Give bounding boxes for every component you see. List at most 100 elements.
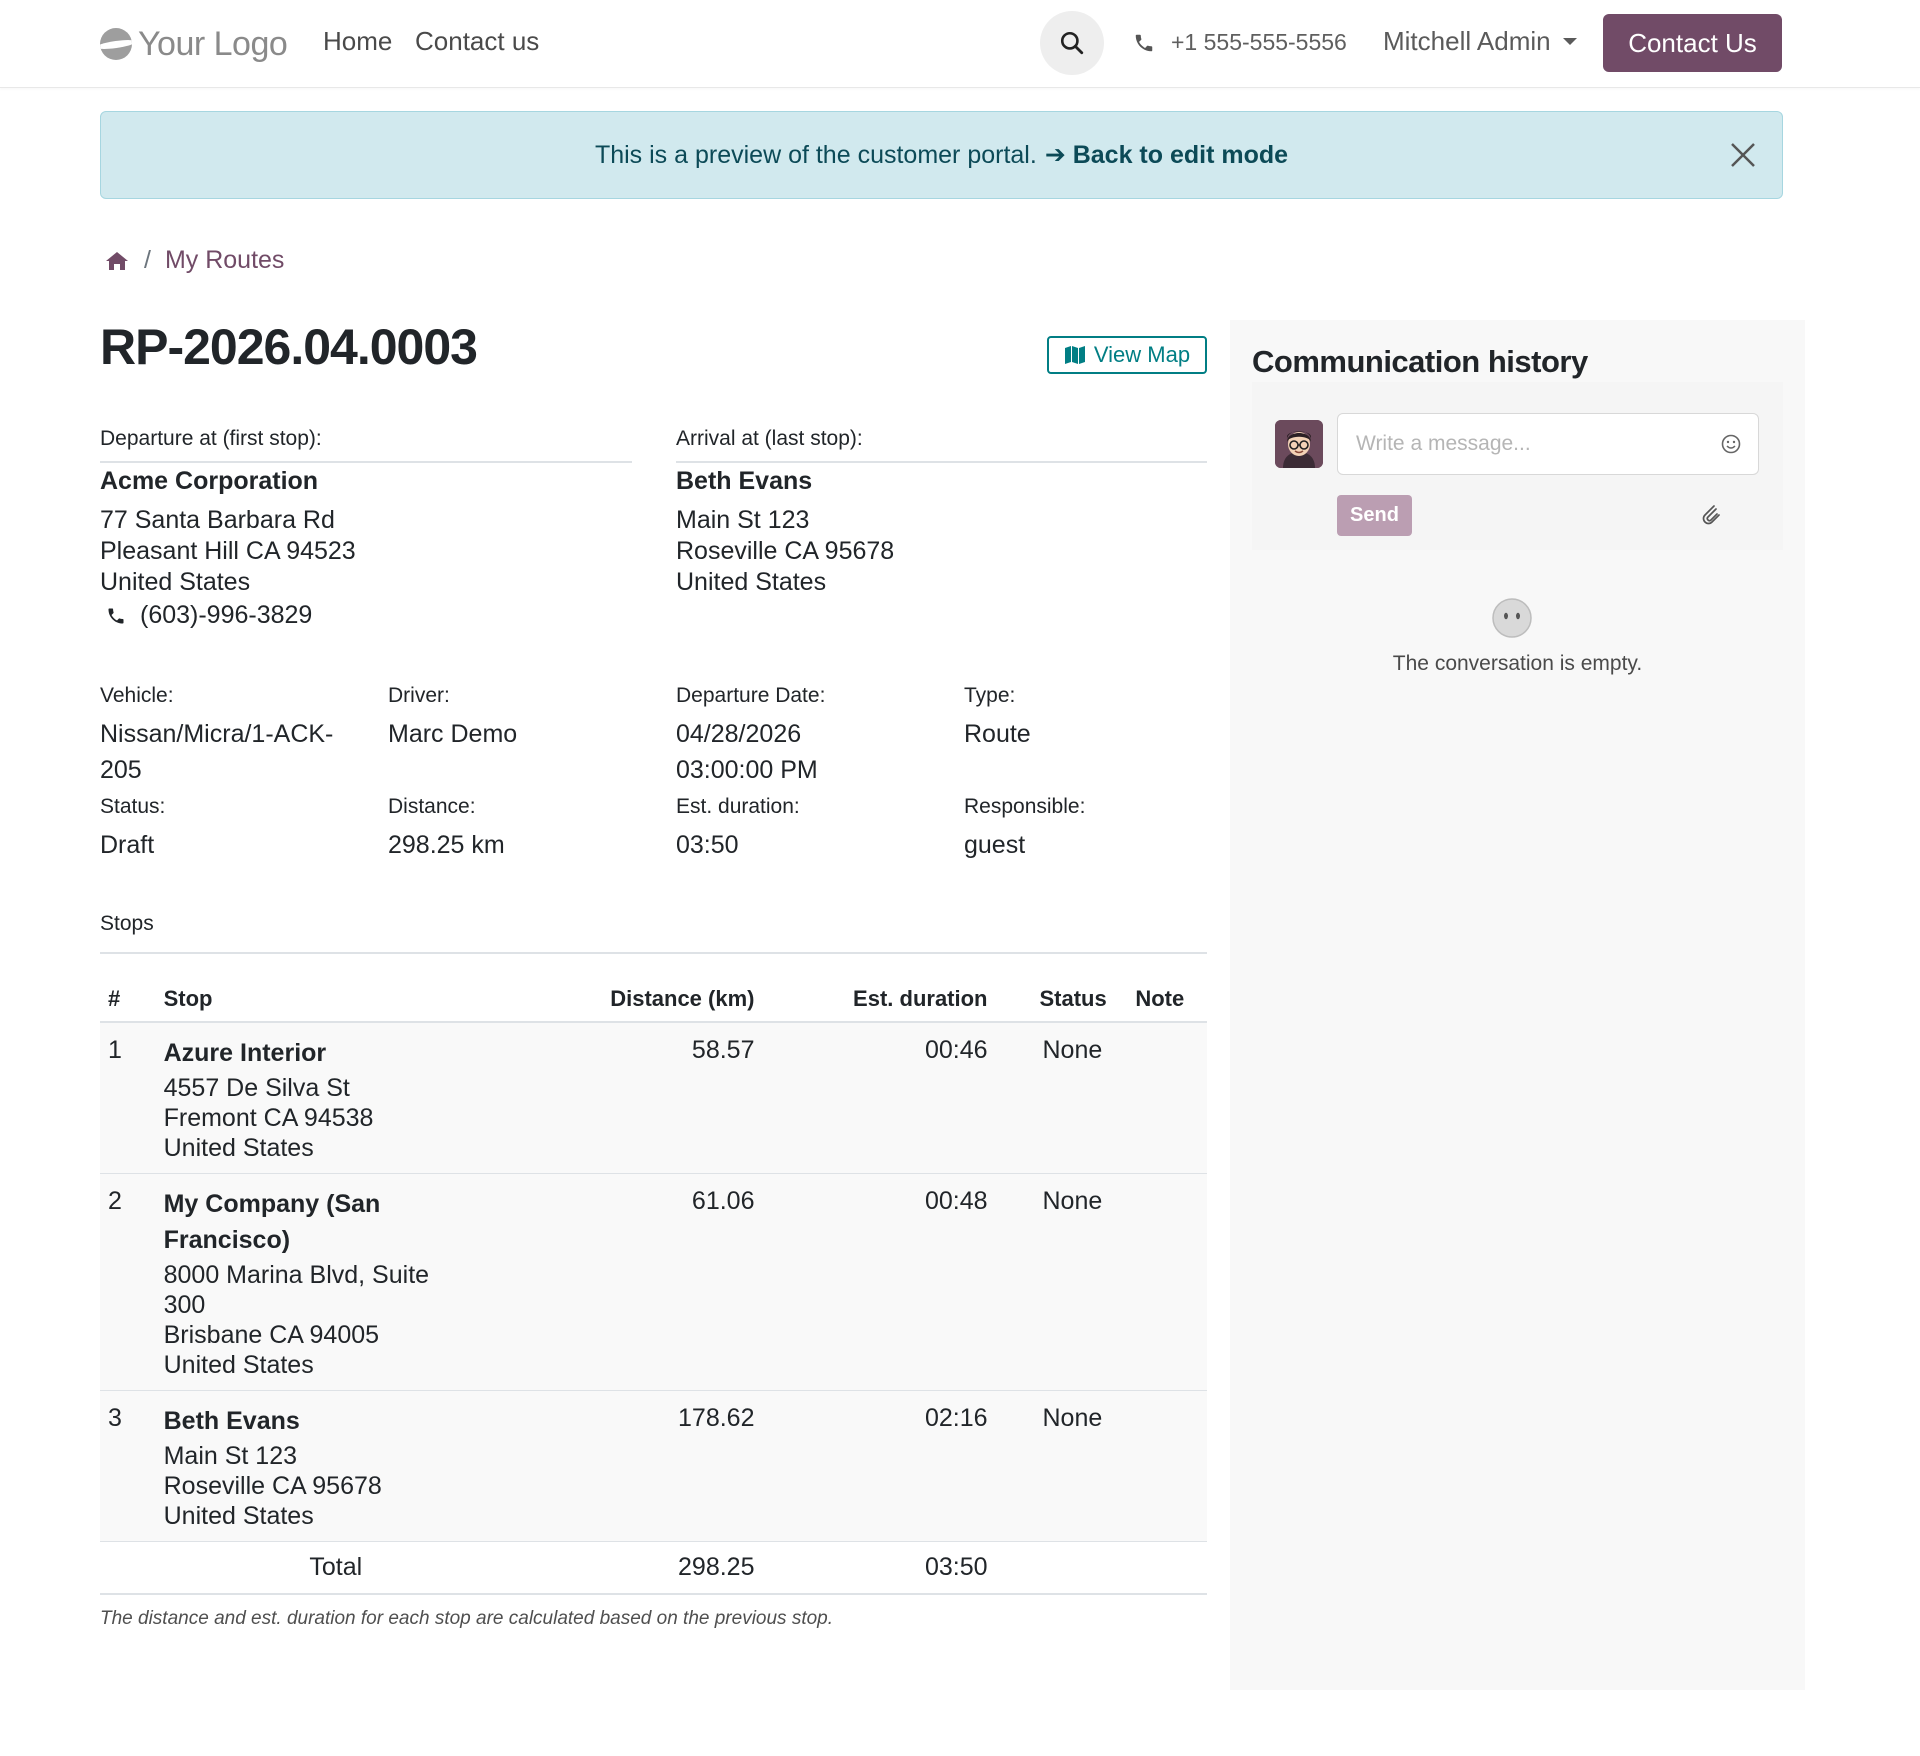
stop-number: 2 — [108, 1187, 122, 1215]
stop-address-line: 8000 Marina Blvd, Suite 300 — [163, 1261, 430, 1319]
departure-country: United States — [100, 568, 251, 596]
stop-cell: Azure Interior 4557 De Silva St Fremont … — [156, 1022, 443, 1174]
message-placeholder: Write a message... — [1356, 432, 1531, 455]
col-stop[interactable]: Stop — [155, 976, 443, 1023]
nav-home[interactable]: Home — [323, 26, 392, 57]
search-icon — [1060, 31, 1084, 55]
paperclip-icon[interactable] — [1699, 500, 1721, 526]
back-to-edit-link[interactable]: ➔ Back to edit mode — [1045, 140, 1288, 170]
departure-city: Pleasant Hill CA 94523 — [100, 537, 356, 565]
stop-duration: 00:46 — [924, 1036, 988, 1064]
nav-contact-us[interactable]: Contact us — [415, 26, 539, 57]
close-icon[interactable] — [1728, 140, 1758, 170]
table-row: 3 Beth Evans Main St 123 Roseville CA 95… — [100, 1390, 1207, 1542]
col-number[interactable]: # — [100, 976, 156, 1023]
communication-panel: Communication history Write a message...… — [1230, 320, 1805, 1690]
stops-section-title: Stops — [100, 912, 1207, 954]
breadcrumb-my-routes[interactable]: My Routes — [165, 246, 284, 275]
stop-note — [1127, 1022, 1207, 1174]
stop-status: None — [1042, 1404, 1103, 1432]
stops-table: # Stop Distance (km) Est. duration Statu… — [100, 976, 1207, 1595]
stop-cell: My Company (San Francisco) 8000 Marina B… — [156, 1174, 443, 1391]
user-menu-dropdown[interactable]: Mitchell Admin — [1383, 26, 1577, 57]
arrival-name: Beth Evans — [676, 467, 813, 495]
est-duration-label: Est. duration: — [676, 795, 800, 818]
field-responsible: Responsible: guest — [964, 795, 1214, 863]
status-value: Draft — [100, 831, 155, 859]
breadcrumb: / My Routes — [104, 246, 284, 275]
empty-conversation-icon — [1492, 598, 1532, 638]
logo-icon — [100, 28, 132, 60]
driver-value: Marc Demo — [388, 720, 518, 748]
stop-address-line: 4557 De Silva St — [163, 1074, 350, 1102]
table-row: 2 My Company (San Francisco) 8000 Marina… — [100, 1173, 1207, 1391]
arrival-street: Main St 123 — [676, 506, 810, 534]
emoji-icon[interactable] — [1720, 433, 1742, 455]
stop-note — [1127, 1174, 1207, 1391]
departure-time-value: 03:00:00 PM — [676, 756, 818, 784]
status-label: Status: — [100, 795, 166, 818]
field-driver: Driver: Marc Demo — [388, 684, 638, 752]
contact-us-button[interactable]: Contact Us — [1603, 14, 1782, 72]
arrival-country: United States — [676, 568, 827, 596]
departure-label: Departure at (first stop): — [100, 427, 632, 463]
send-button[interactable]: Send — [1337, 495, 1412, 536]
header-phone[interactable]: +1 555-555-5556 — [1133, 29, 1347, 56]
type-value: Route — [964, 720, 1031, 748]
distance-label: Distance: — [388, 795, 476, 818]
map-icon — [1064, 346, 1085, 364]
home-icon[interactable] — [104, 250, 130, 272]
departure-date-label: Departure Date: — [676, 684, 826, 707]
portal-preview-alert: This is a preview of the customer portal… — [100, 111, 1783, 199]
table-total-row: Total 298.25 03:50 — [100, 1541, 1207, 1595]
stop-address-line: Roseville CA 95678 — [163, 1472, 382, 1500]
stop-address-line: Fremont CA 94538 — [163, 1104, 374, 1132]
driver-label: Driver: — [388, 684, 450, 707]
stop-number: 3 — [108, 1404, 122, 1432]
site-logo[interactable]: Your Logo — [100, 22, 288, 66]
col-distance[interactable]: Distance (km) — [442, 976, 763, 1023]
field-vehicle: Vehicle: Nissan/Micra/1-ACK-205 — [100, 684, 360, 788]
departure-name: Acme Corporation — [100, 467, 319, 495]
phone-icon — [108, 608, 124, 623]
departure-street: 77 Santa Barbara Rd — [100, 506, 335, 534]
stop-status: None — [1042, 1187, 1103, 1215]
arrival-label: Arrival at (last stop): — [676, 427, 1207, 463]
breadcrumb-separator: / — [144, 246, 151, 274]
caret-down-icon — [1562, 38, 1577, 45]
stop-cell: Beth Evans Main St 123 Roseville CA 9567… — [156, 1391, 443, 1542]
departure-address: Acme Corporation 77 Santa Barbara Rd Ple… — [100, 466, 356, 631]
empty-conversation-text: The conversation is empty. — [1392, 652, 1643, 675]
search-button[interactable] — [1040, 11, 1104, 75]
arrival-city: Roseville CA 95678 — [676, 537, 895, 565]
stop-name: Beth Evans — [163, 1407, 300, 1435]
stop-name: Azure Interior — [163, 1039, 327, 1067]
vehicle-label: Vehicle: — [100, 684, 174, 707]
distance-value: 298.25 km — [388, 831, 505, 859]
logo-text: Your Logo — [138, 24, 288, 63]
responsible-value: guest — [964, 831, 1026, 859]
phone-icon — [1135, 34, 1153, 51]
est-duration-value: 03:50 — [676, 831, 739, 859]
vehicle-value: Nissan/Micra/1-ACK-205 — [100, 720, 334, 784]
total-duration: 03:50 — [762, 1541, 996, 1595]
col-status[interactable]: Status — [995, 976, 1128, 1023]
stop-address-line: United States — [163, 1351, 314, 1379]
stop-duration: 02:16 — [924, 1404, 988, 1432]
message-input[interactable]: Write a message... — [1337, 413, 1759, 475]
stop-address-line: Brisbane CA 94005 — [163, 1321, 380, 1349]
col-note[interactable]: Note — [1127, 976, 1207, 1023]
responsible-label: Responsible: — [964, 795, 1086, 818]
page-title: RP-2026.04.0003 — [100, 319, 478, 375]
stop-note — [1127, 1391, 1207, 1542]
stop-address-line: United States — [163, 1134, 314, 1162]
stop-duration: 00:48 — [924, 1187, 988, 1215]
field-type: Type: Route — [964, 684, 1214, 752]
arrival-address: Beth Evans Main St 123 Roseville CA 9567… — [676, 466, 894, 598]
user-name: Mitchell Admin — [1383, 26, 1551, 56]
view-map-button[interactable]: View Map — [1047, 336, 1207, 374]
departure-date-value: 04/28/2026 — [676, 720, 802, 748]
col-est-duration[interactable]: Est. duration — [762, 976, 996, 1023]
field-status: Status: Draft — [100, 795, 350, 863]
field-distance: Distance: 298.25 km — [388, 795, 638, 863]
